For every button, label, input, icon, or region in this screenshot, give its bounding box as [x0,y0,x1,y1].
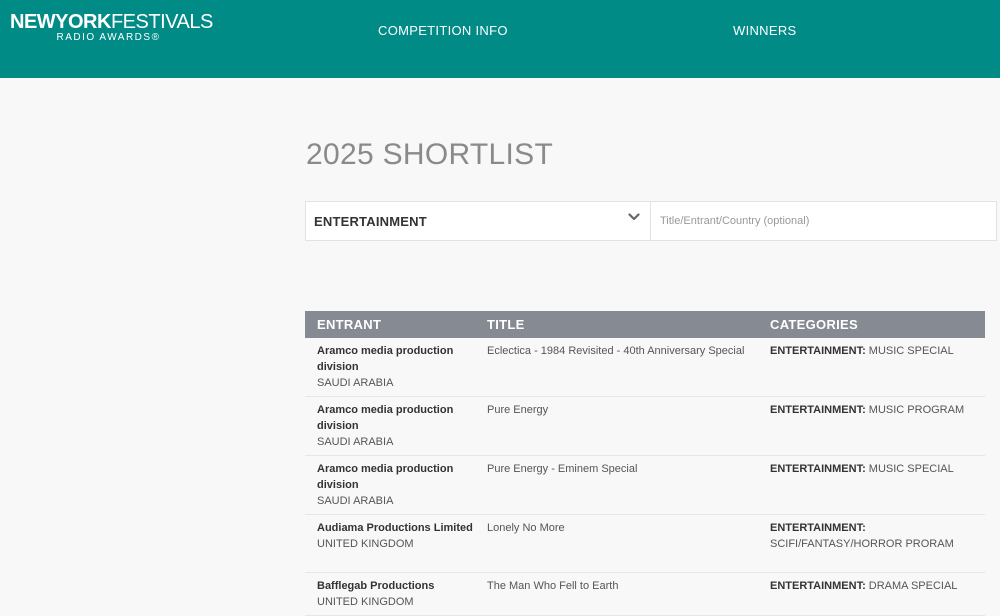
column-header-title[interactable]: TITLE [475,311,758,338]
category-select-value: ENTERTAINMENT [314,214,427,229]
category-cell: ENTERTAINMENT: DRAMA SPECIAL [758,572,985,616]
site-logo[interactable]: NEWYORKFESTIVALS RADIO AWARDS® [10,11,215,43]
shortlist-table: ENTRANT TITLE CATEGORIES Aramco media pr… [305,311,985,616]
category-main: ENTERTAINMENT: [770,404,866,416]
category-main: ENTERTAINMENT: [770,580,866,592]
entrant-cell: Aramco media production division SAUDI AR… [305,455,475,515]
logo-light-text: FESTIVALS [110,11,213,33]
column-header-categories[interactable]: CATEGORIES [758,311,985,338]
entrant-name[interactable]: Aramco media production division [317,461,475,493]
category-cell: ENTERTAINMENT: MUSIC PROGRAM [758,396,985,456]
entrant-name[interactable]: Aramco media production division [317,343,475,375]
category-cell: ENTERTAINMENT: MUSIC SPECIAL [758,338,985,397]
nav-winners[interactable]: WINNERS [733,23,797,38]
nav-competition-info[interactable]: COMPETITION INFO [378,23,508,38]
logo-wordmark: NEWYORKFESTIVALS [10,11,215,33]
category-sub: MUSIC SPECIAL [865,345,954,357]
entrant-cell: Aramco media production division SAUDI AR… [305,396,475,456]
logo-bold-text: NEWYORK [10,11,111,33]
entrant-country: SAUDI ARABIA [317,436,394,448]
category-main: ENTERTAINMENT: [770,463,866,475]
logo-subtitle: RADIO AWARDS® [56,32,161,43]
column-header-entrant[interactable]: ENTRANT [305,311,475,338]
table-header-row: ENTRANT TITLE CATEGORIES [305,311,985,338]
entrant-cell: Aramco media production division SAUDI AR… [305,338,475,397]
search-input[interactable] [652,202,996,240]
table-row[interactable]: Aramco media production division SAUDI AR… [305,338,985,397]
category-cell: ENTERTAINMENT: MUSIC SPECIAL [758,455,985,515]
entrant-name[interactable]: Aramco media production division [317,402,475,434]
title-cell[interactable]: Pure Energy - Eminem Special [475,455,758,515]
entrant-cell: Bafflegab Productions UNITED KINGDOM [305,572,475,616]
top-header: NEWYORKFESTIVALS RADIO AWARDS® COMPETITI… [0,0,1000,78]
table-row[interactable]: Bafflegab Productions UNITED KINGDOM The … [305,572,985,616]
category-sub: MUSIC SPECIAL [865,463,954,475]
entrant-country: UNITED KINGDOM [317,596,414,608]
category-select[interactable]: ENTERTAINMENT [306,202,651,240]
page-title: 2025 SHORTLIST [306,138,554,171]
entrant-country: SAUDI ARABIA [317,495,394,507]
category-sub: SCIFI/FANTASY/HORROR PRORAM [770,538,954,550]
category-cell: ENTERTAINMENT: SCIFI/FANTASY/HORROR PROR… [758,514,985,573]
title-cell[interactable]: The Man Who Fell to Earth [475,572,758,616]
entrant-name[interactable]: Bafflegab Productions [317,578,475,594]
chevron-down-icon [628,213,640,221]
title-cell[interactable]: Eclectica - 1984 Revisited - 40th Annive… [475,338,758,397]
entrant-country: SAUDI ARABIA [317,377,394,389]
filter-bar: ENTERTAINMENT [305,201,997,241]
table-row[interactable]: Aramco media production division SAUDI AR… [305,396,985,456]
entrant-cell: Audiama Productions Limited UNITED KINGDO… [305,514,475,573]
category-sub: MUSIC PROGRAM [865,404,965,416]
category-main: ENTERTAINMENT: [770,522,866,534]
category-main: ENTERTAINMENT: [770,345,866,357]
title-cell[interactable]: Lonely No More [475,514,758,573]
table-row[interactable]: Audiama Productions Limited UNITED KINGDO… [305,514,985,573]
entrant-country: UNITED KINGDOM [317,538,414,550]
entrant-name[interactable]: Audiama Productions Limited [317,520,475,536]
title-cell[interactable]: Pure Energy [475,396,758,456]
table-row[interactable]: Aramco media production division SAUDI AR… [305,455,985,515]
category-sub: DRAMA SPECIAL [865,580,958,592]
